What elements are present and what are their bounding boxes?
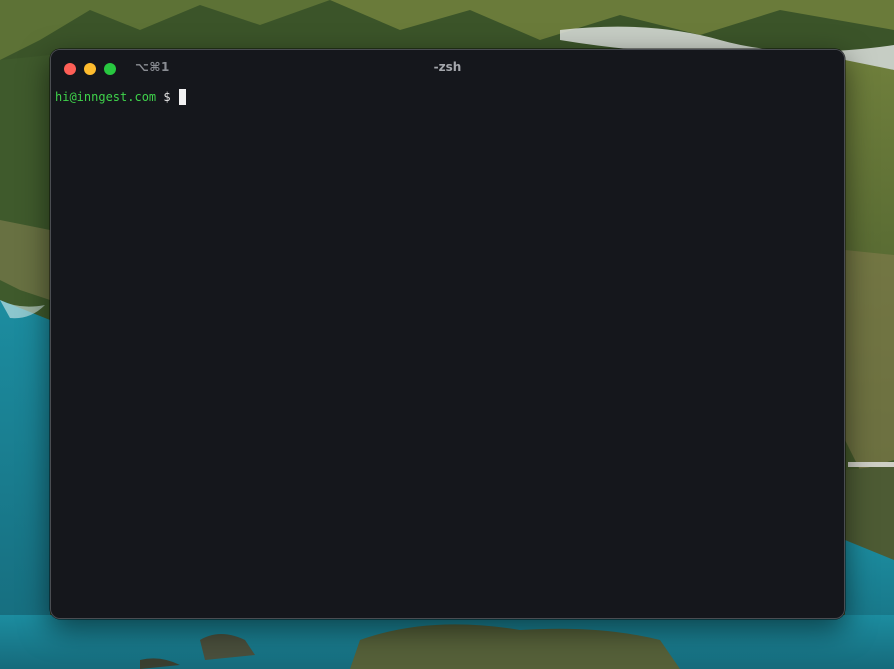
terminal-window[interactable]: ⌥⌘1 -zsh hi@inngest.com $: [50, 49, 845, 619]
prompt-user: hi@inngest.com: [55, 90, 157, 104]
prompt-line: hi@inngest.com $: [55, 89, 840, 105]
window-title: -zsh: [433, 60, 462, 74]
prompt-symbol: $: [156, 90, 178, 104]
text-cursor[interactable]: [178, 89, 186, 105]
title-bar[interactable]: ⌥⌘1 -zsh: [51, 50, 844, 86]
terminal-output[interactable]: hi@inngest.com $: [55, 89, 840, 614]
